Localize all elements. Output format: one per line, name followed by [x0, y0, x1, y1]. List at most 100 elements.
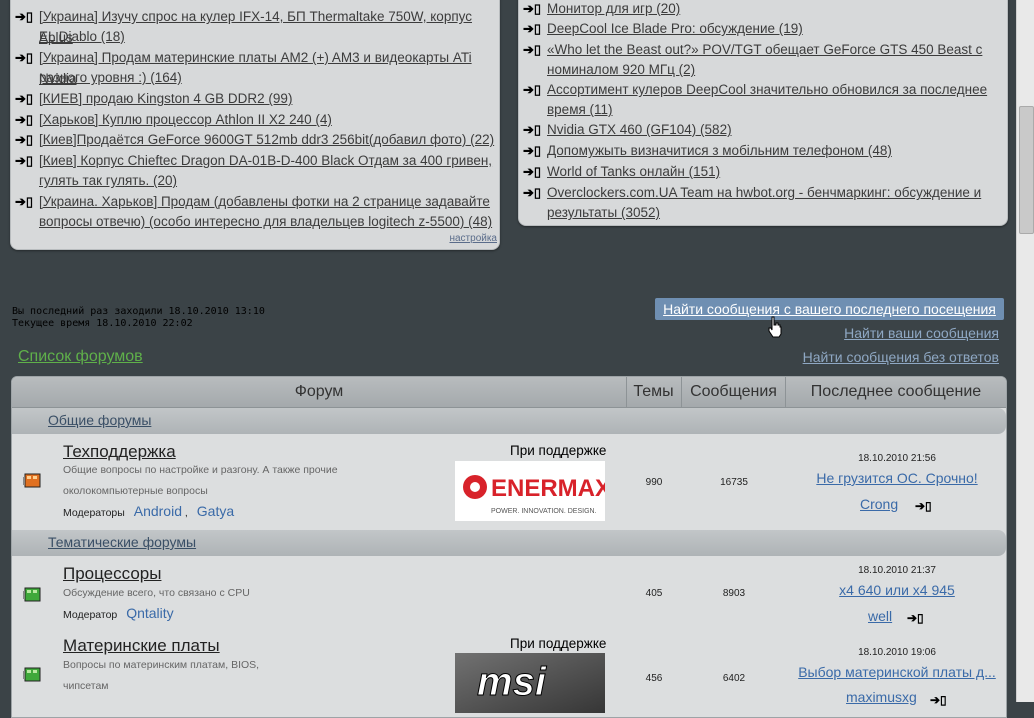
forum-index-link[interactable]: Список форумов	[18, 348, 143, 366]
goto-icon[interactable]: ➔▯	[15, 133, 33, 147]
svg-text:ENERMAX: ENERMAX	[491, 475, 605, 502]
table-header: Форум Темы Сообщения Последнее сообщение	[12, 377, 1006, 408]
svg-text:msi: msi	[477, 660, 547, 704]
last-post-date: 18.10.2010 21:37	[858, 565, 936, 576]
forum-title[interactable]: Материнские платы	[63, 636, 220, 656]
goto-icon[interactable]: ➔▯	[523, 2, 541, 16]
forum-description: Обсуждение всего, что связано с CPU	[63, 587, 250, 599]
goto-icon[interactable]: ➔▯	[15, 195, 33, 209]
moderators: Модератор Qntality	[63, 605, 174, 621]
goto-icon[interactable]: ➔▯	[523, 165, 541, 179]
msi-logo[interactable]: msi	[455, 653, 605, 713]
posts-count: 6402	[722, 673, 746, 684]
moderators-label: Модераторы	[63, 507, 125, 519]
moderator-link[interactable]: Android	[134, 503, 182, 519]
last-post-topic[interactable]: x4 640 или x4 945	[782, 582, 1006, 598]
topic-link[interactable]: «Who let the Beast out?» POV/TGT обещает…	[547, 40, 982, 61]
topic-link[interactable]: гулять так гулять. (20)	[39, 171, 177, 192]
goto-icon[interactable]: ➔▯	[523, 43, 541, 57]
goto-icon[interactable]: ➔▯	[15, 113, 33, 127]
topic-link[interactable]: [КИЕВ] продаю Kingston 4 GB DDR2 (99)	[39, 89, 292, 110]
last-post-date: 18.10.2010 19:06	[858, 647, 936, 658]
header-last-post: Последнее сообщение	[810, 383, 982, 400]
goto-icon[interactable]: ➔▯	[15, 154, 33, 168]
forum-title[interactable]: Техподдержка	[63, 442, 176, 462]
topic-link[interactable]: [Киев] Корпус Chieftec Dragon DA-01B-D-4…	[39, 151, 492, 172]
header-posts: Сообщения	[682, 377, 786, 407]
new-posts-link[interactable]: Найти сообщения с вашего последнего посе…	[655, 298, 1004, 320]
forum-board-icon[interactable]	[22, 471, 42, 491]
header-topics: Темы	[626, 377, 682, 407]
sponsor-label: При поддержке	[510, 636, 607, 651]
visit-info: Вы последний раз заходили 18.10.2010 13:…	[12, 306, 265, 330]
topic-link[interactable]: номиналом 920 МГц (2)	[547, 60, 695, 81]
topic-link[interactable]: [Киев]Продаётся GeForce 9600GT 512mb ddr…	[39, 130, 494, 151]
last-post-topic[interactable]: Не грузится ОС. Срочно!	[782, 470, 1006, 486]
hand-cursor-icon	[768, 316, 782, 338]
last-post-topic[interactable]: Выбор материнской платы д...	[782, 664, 1006, 680]
goto-icon[interactable]: ➔▯	[523, 123, 541, 137]
topic-link[interactable]: Nvidia GTX 460 (GF104) (582)	[547, 120, 732, 141]
topic-link[interactable]: Overclockers.com.UA Team на hwbot.org - …	[547, 183, 981, 204]
settings-link[interactable]: настройка	[449, 233, 497, 244]
last-visit-text: Вы последний раз заходили 18.10.2010 13:…	[12, 306, 265, 317]
goto-icon[interactable]: ➔▯	[523, 144, 541, 158]
moderators: Модераторы Android , Gatya	[63, 503, 235, 519]
topic-link[interactable]: вопросы отвечю) (особо интересно для вла…	[39, 212, 492, 233]
goto-icon[interactable]: ➔▯	[523, 83, 541, 97]
topic-link[interactable]: разного уровня :) (164)	[39, 68, 182, 89]
last-post-author[interactable]: Crong	[860, 496, 898, 512]
sponsor-label: При поддержке	[510, 443, 607, 458]
last-post-date: 18.10.2010 21:56	[858, 453, 936, 464]
topic-link[interactable]: результаты (3052)	[547, 203, 660, 224]
category-link[interactable]: Тематические форумы	[48, 534, 196, 550]
goto-icon[interactable]: ➔▯	[15, 10, 33, 24]
category-link[interactable]: Общие форумы	[48, 412, 151, 428]
goto-last-post-icon[interactable]: ➔▯	[915, 499, 932, 513]
topic-link[interactable]: EL Diablo (18)	[39, 27, 125, 48]
forum-description: Общие вопросы по настройке и разгону. А …	[63, 464, 338, 497]
goto-last-post-icon[interactable]: ➔▯	[930, 693, 947, 707]
last-post-author[interactable]: maximusxg	[846, 689, 917, 705]
topic-link[interactable]: Монитор для игр (20)	[547, 0, 680, 20]
goto-last-post-icon[interactable]: ➔▯	[907, 611, 924, 625]
category-row: Общие форумы	[12, 408, 1006, 434]
forum-board-icon[interactable]	[22, 585, 42, 605]
scrollbar-thumb[interactable]	[1019, 106, 1034, 234]
topic-link[interactable]: Допомужыть визначитися з мобільним телеф…	[547, 141, 892, 162]
goto-icon[interactable]: ➔▯	[523, 186, 541, 200]
posts-count: 8903	[722, 588, 746, 599]
recent-topics-panel-left: ➔▯ [Украина] Изучу спрос на кулер IFX-14,…	[10, 0, 500, 250]
topic-link[interactable]: World of Tanks онлайн (151)	[547, 162, 720, 183]
topics-count: 990	[645, 477, 663, 488]
goto-icon[interactable]: ➔▯	[15, 51, 33, 65]
unanswered-posts-link[interactable]: Найти сообщения без ответов	[803, 349, 999, 365]
last-post-author[interactable]: well	[868, 608, 892, 624]
enermax-logo[interactable]: ENERMAX POWER. INNOVATION. DESIGN.	[455, 461, 605, 521]
page-scrollbar[interactable]	[1016, 0, 1034, 702]
category-row: Тематические форумы	[12, 530, 1006, 556]
moderator-link[interactable]: Qntality	[126, 605, 173, 621]
forum-row: Процессоры Обсуждение всего, что связано…	[12, 557, 1006, 631]
topics-count: 405	[645, 588, 663, 599]
svg-text:POWER. INNOVATION. DESIGN.: POWER. INNOVATION. DESIGN.	[491, 508, 597, 515]
moderator-link[interactable]: Gatya	[197, 503, 234, 519]
your-posts-link[interactable]: Найти ваши сообщения	[844, 325, 999, 341]
forum-title[interactable]: Процессоры	[63, 564, 161, 584]
topic-link[interactable]: Ассортимент кулеров DeepCool значительно…	[547, 80, 987, 101]
moderator-label: Модератор	[63, 609, 118, 621]
forum-row: Материнские платы Вопросы по материнским…	[12, 631, 1006, 717]
goto-icon[interactable]: ➔▯	[523, 22, 541, 36]
forum-description: Вопросы по материнским платам, BIOS, чип…	[63, 659, 260, 692]
recent-topics-panel-right: ➔▯ Монитор для игр (20) ➔▯ DeepCool Ice Bl…	[518, 0, 1008, 226]
forum-board-icon[interactable]	[22, 665, 42, 685]
topic-link[interactable]: [Харьков] Куплю процессор Athlon II X2 2…	[39, 110, 332, 131]
forum-table: Форум Темы Сообщения Последнее сообщение…	[11, 376, 1007, 718]
header-forum: Форум	[12, 377, 627, 407]
topic-link[interactable]: время (11)	[547, 100, 613, 121]
posts-count: 16735	[720, 477, 748, 488]
goto-icon[interactable]: ➔▯	[15, 92, 33, 106]
current-time-text: Текущее время 18.10.2010 22:02	[12, 318, 193, 329]
topic-link[interactable]: [Украина. Харьков] Продам (добавлены фот…	[39, 192, 490, 213]
topic-link[interactable]: DeepCool Ice Blade Pro: обсуждение (19)	[547, 19, 803, 40]
